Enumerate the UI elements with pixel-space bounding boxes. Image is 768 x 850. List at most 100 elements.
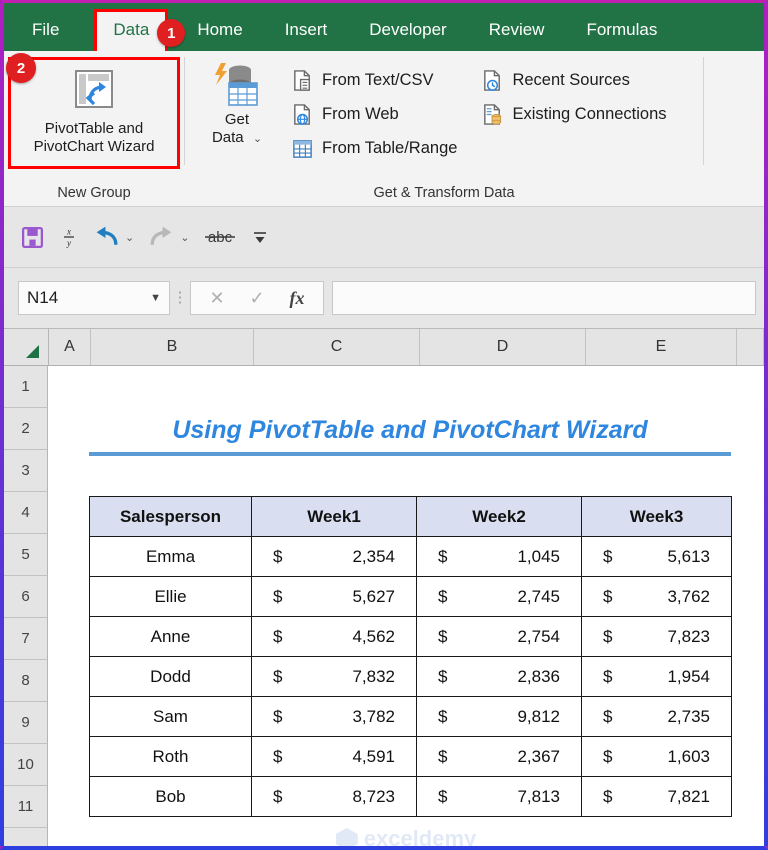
- cell-value: 1,045: [517, 546, 560, 566]
- from-table-range-button[interactable]: From Table/Range: [289, 131, 457, 165]
- table-row: Dodd $7,832 $2,836 $1,954: [89, 656, 732, 697]
- tab-file[interactable]: File: [32, 20, 59, 51]
- currency-symbol: $: [273, 746, 283, 766]
- tab-home[interactable]: Home: [197, 20, 242, 51]
- tab-insert-label: Insert: [284, 20, 328, 39]
- cell-value: 2,836: [517, 666, 560, 686]
- tab-home-label: Home: [197, 20, 243, 39]
- header-salesperson: Salesperson: [89, 496, 252, 537]
- cell-salesperson: Emma: [89, 536, 252, 577]
- worksheet-grid: A B C D E 1 2 3 4 5 6 7 8 9 10 11 Using …: [4, 329, 764, 846]
- enter-icon[interactable]: ✓: [237, 288, 277, 309]
- cell-week2: $2,754: [416, 616, 582, 657]
- get-data-button[interactable]: Get Data ⌄: [199, 51, 275, 146]
- name-box-chevron-down-icon[interactable]: ▼: [150, 292, 161, 304]
- currency-symbol: $: [438, 706, 448, 726]
- cell-week1: $5,627: [251, 576, 417, 617]
- currency-symbol: $: [273, 786, 283, 806]
- undo-button[interactable]: ⌄: [93, 225, 134, 250]
- sheet-canvas[interactable]: Using PivotTable and PivotChart Wizard S…: [48, 366, 764, 846]
- cell-salesperson: Dodd: [89, 656, 252, 697]
- row-header-9[interactable]: 9: [4, 702, 48, 744]
- currency-symbol: $: [438, 666, 448, 686]
- currency-symbol: $: [438, 546, 448, 566]
- cell-week1: $2,354: [251, 536, 417, 577]
- column-header-row: A B C D E: [4, 329, 764, 366]
- currency-symbol: $: [273, 666, 283, 686]
- cell-value: 2,354: [352, 546, 395, 566]
- ribbon-group-new-group: 2 PivotTable and PivotChart Wizard New G…: [4, 51, 184, 206]
- save-icon[interactable]: [20, 225, 45, 250]
- exceldemy-cube-icon: [335, 828, 358, 846]
- step-badge-1: 1: [157, 19, 186, 47]
- table-row: Sam $3,782 $9,812 $2,735: [89, 696, 732, 737]
- cell-week2: $2,745: [416, 576, 582, 617]
- cell-value: 2,745: [517, 586, 560, 606]
- row-header-5[interactable]: 5: [4, 534, 48, 576]
- undo-dropdown-icon[interactable]: ⌄: [125, 231, 134, 244]
- column-header-e[interactable]: E: [586, 329, 737, 365]
- cell-value: 4,591: [352, 746, 395, 766]
- recent-sources-button[interactable]: Recent Sources: [479, 63, 666, 97]
- tab-developer[interactable]: Developer: [369, 20, 447, 51]
- tab-data[interactable]: Data 1: [94, 9, 186, 51]
- row-header-1[interactable]: 1: [4, 366, 48, 408]
- get-transform-secondary-commands: Recent Sources Existing Connections: [479, 51, 667, 131]
- header-week1: Week1: [251, 496, 417, 537]
- row-header-12[interactable]: [4, 828, 48, 846]
- existing-connections-button[interactable]: Existing Connections: [479, 97, 667, 131]
- exceldemy-watermark: exceldemy EXCEL · DATA · BI: [48, 826, 764, 846]
- row-header-3[interactable]: 3: [4, 450, 48, 492]
- cell-week3: $1,603: [581, 736, 732, 777]
- pivottable-wizard-label: PivotTable and PivotChart Wizard: [34, 120, 155, 157]
- abc-icon[interactable]: abc: [203, 227, 237, 247]
- formula-bar: N14 ▼ ⋮ ✕ ✓ fx: [4, 268, 764, 329]
- insert-function-icon[interactable]: fx: [277, 288, 317, 309]
- row-header-2[interactable]: 2: [4, 408, 48, 450]
- column-header-f[interactable]: [737, 329, 764, 365]
- customize-caret-icon[interactable]: [251, 228, 269, 246]
- cell-week3: $2,735: [581, 696, 732, 737]
- get-data-line1: Get: [224, 111, 250, 128]
- row-header-10[interactable]: 10: [4, 744, 48, 786]
- row-header-8[interactable]: 8: [4, 660, 48, 702]
- table-row: Anne $4,562 $2,754 $7,823: [89, 616, 732, 657]
- from-web-button[interactable]: From Web: [289, 97, 457, 131]
- pivottable-pivotchart-wizard-button[interactable]: 2 PivotTable and PivotChart Wizard: [6, 53, 180, 169]
- column-header-b[interactable]: B: [91, 329, 254, 365]
- formula-bar-handle[interactable]: ⋮: [170, 290, 190, 305]
- currency-symbol: $: [603, 746, 613, 766]
- tab-file-label: File: [32, 20, 60, 39]
- formula-input[interactable]: [332, 281, 756, 315]
- ribbon-spacer: [704, 51, 764, 206]
- pivot-label-line1: PivotTable and: [44, 120, 144, 137]
- cell-week1: $8,723: [251, 776, 417, 817]
- tab-review[interactable]: Review: [489, 20, 545, 51]
- table-header-row: Salesperson Week1 Week2 Week3: [89, 496, 732, 537]
- cancel-icon[interactable]: ✕: [197, 288, 237, 309]
- currency-symbol: $: [273, 586, 283, 606]
- ribbon-panel: 2 PivotTable and PivotChart Wizard New G…: [4, 51, 764, 207]
- column-header-a[interactable]: A: [49, 329, 91, 365]
- column-header-d[interactable]: D: [420, 329, 586, 365]
- select-all-button[interactable]: [4, 329, 49, 365]
- xy-fraction-icon[interactable]: x y: [59, 224, 79, 250]
- row-header-6[interactable]: 6: [4, 576, 48, 618]
- row-header-7[interactable]: 7: [4, 618, 48, 660]
- tab-formulas[interactable]: Formulas: [586, 20, 657, 51]
- get-data-line2: Data: [211, 128, 244, 146]
- name-box[interactable]: N14 ▼: [18, 281, 170, 315]
- column-header-c[interactable]: C: [254, 329, 420, 365]
- row-header-4[interactable]: 4: [4, 492, 48, 534]
- redo-dropdown-icon[interactable]: ⌄: [180, 231, 189, 244]
- from-web-label: From Web: [322, 104, 399, 123]
- quick-access-toolbar: x y ⌄ ⌄ abc: [4, 207, 764, 268]
- tab-insert[interactable]: Insert: [285, 20, 328, 51]
- row-header-11[interactable]: 11: [4, 786, 48, 828]
- from-text-csv-label: From Text/CSV: [322, 70, 434, 89]
- redo-button[interactable]: ⌄: [148, 225, 189, 250]
- sheet-title-underline: [89, 452, 731, 456]
- from-text-csv-button[interactable]: From Text/CSV: [289, 63, 457, 97]
- chevron-down-icon[interactable]: ⌄: [253, 133, 262, 145]
- watermark-name: exceldemy: [363, 826, 477, 846]
